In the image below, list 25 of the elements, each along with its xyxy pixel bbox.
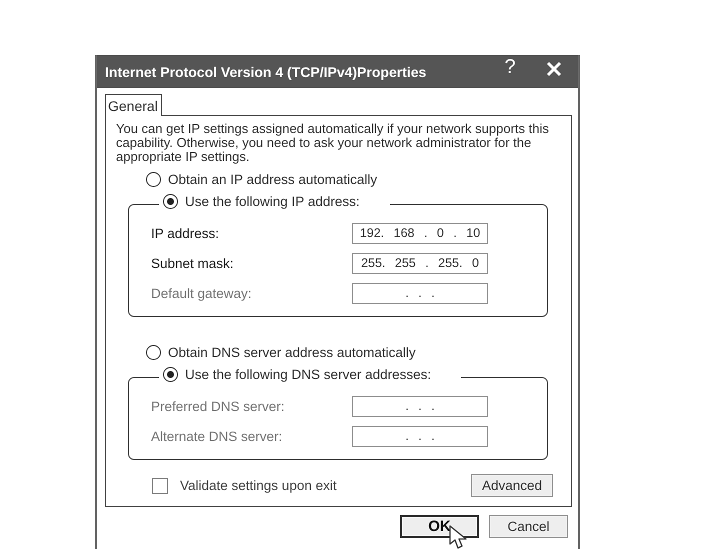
- radio-option[interactable]: Obtain an IP address automatically: [146, 172, 378, 187]
- window-title: Internet Protocol Version 4 (TCP/IPv4)Properties: [105, 64, 428, 80]
- radio-option[interactable]: Obtain DNS server address automatically: [146, 345, 416, 360]
- field-label: Alternate DNS server:: [151, 428, 284, 444]
- tab[interactable]: General: [105, 94, 162, 116]
- close-icon: [546, 60, 562, 76]
- dialog-button[interactable]: OK: [400, 515, 479, 538]
- field-label: Preferred DNS server:: [151, 398, 286, 414]
- radio-option[interactable]: Use the following IP address:: [163, 194, 360, 209]
- ip-address-field[interactable]: 255. 255 . 255. 0: [352, 252, 488, 274]
- radio-button[interactable]: [163, 367, 178, 382]
- dialog-button[interactable]: Cancel: [489, 515, 568, 538]
- radio-option[interactable]: Use the following DNS server addresses:: [163, 367, 432, 382]
- radio-button[interactable]: [163, 194, 178, 209]
- radio-button[interactable]: [146, 345, 161, 360]
- advanced-button[interactable]: Advanced: [470, 474, 553, 497]
- field-label: Subnet mask:: [151, 256, 235, 270]
- checkbox[interactable]: [152, 478, 168, 494]
- description-text: You can get IP settings assigned automatically if your network supports this capability. Otherwise, you need to ask your network administrator for the appropriate IP settings.: [116, 122, 550, 164]
- field-label: IP address:: [151, 226, 220, 240]
- help-button[interactable]: ?: [490, 56, 530, 79]
- ip-address-field[interactable]: 192. 168 . 0 . 10: [352, 222, 488, 244]
- checkbox-option[interactable]: Validate settings upon exit: [152, 478, 337, 494]
- radio-button[interactable]: [146, 172, 161, 187]
- field-label: Default gateway:: [151, 286, 253, 300]
